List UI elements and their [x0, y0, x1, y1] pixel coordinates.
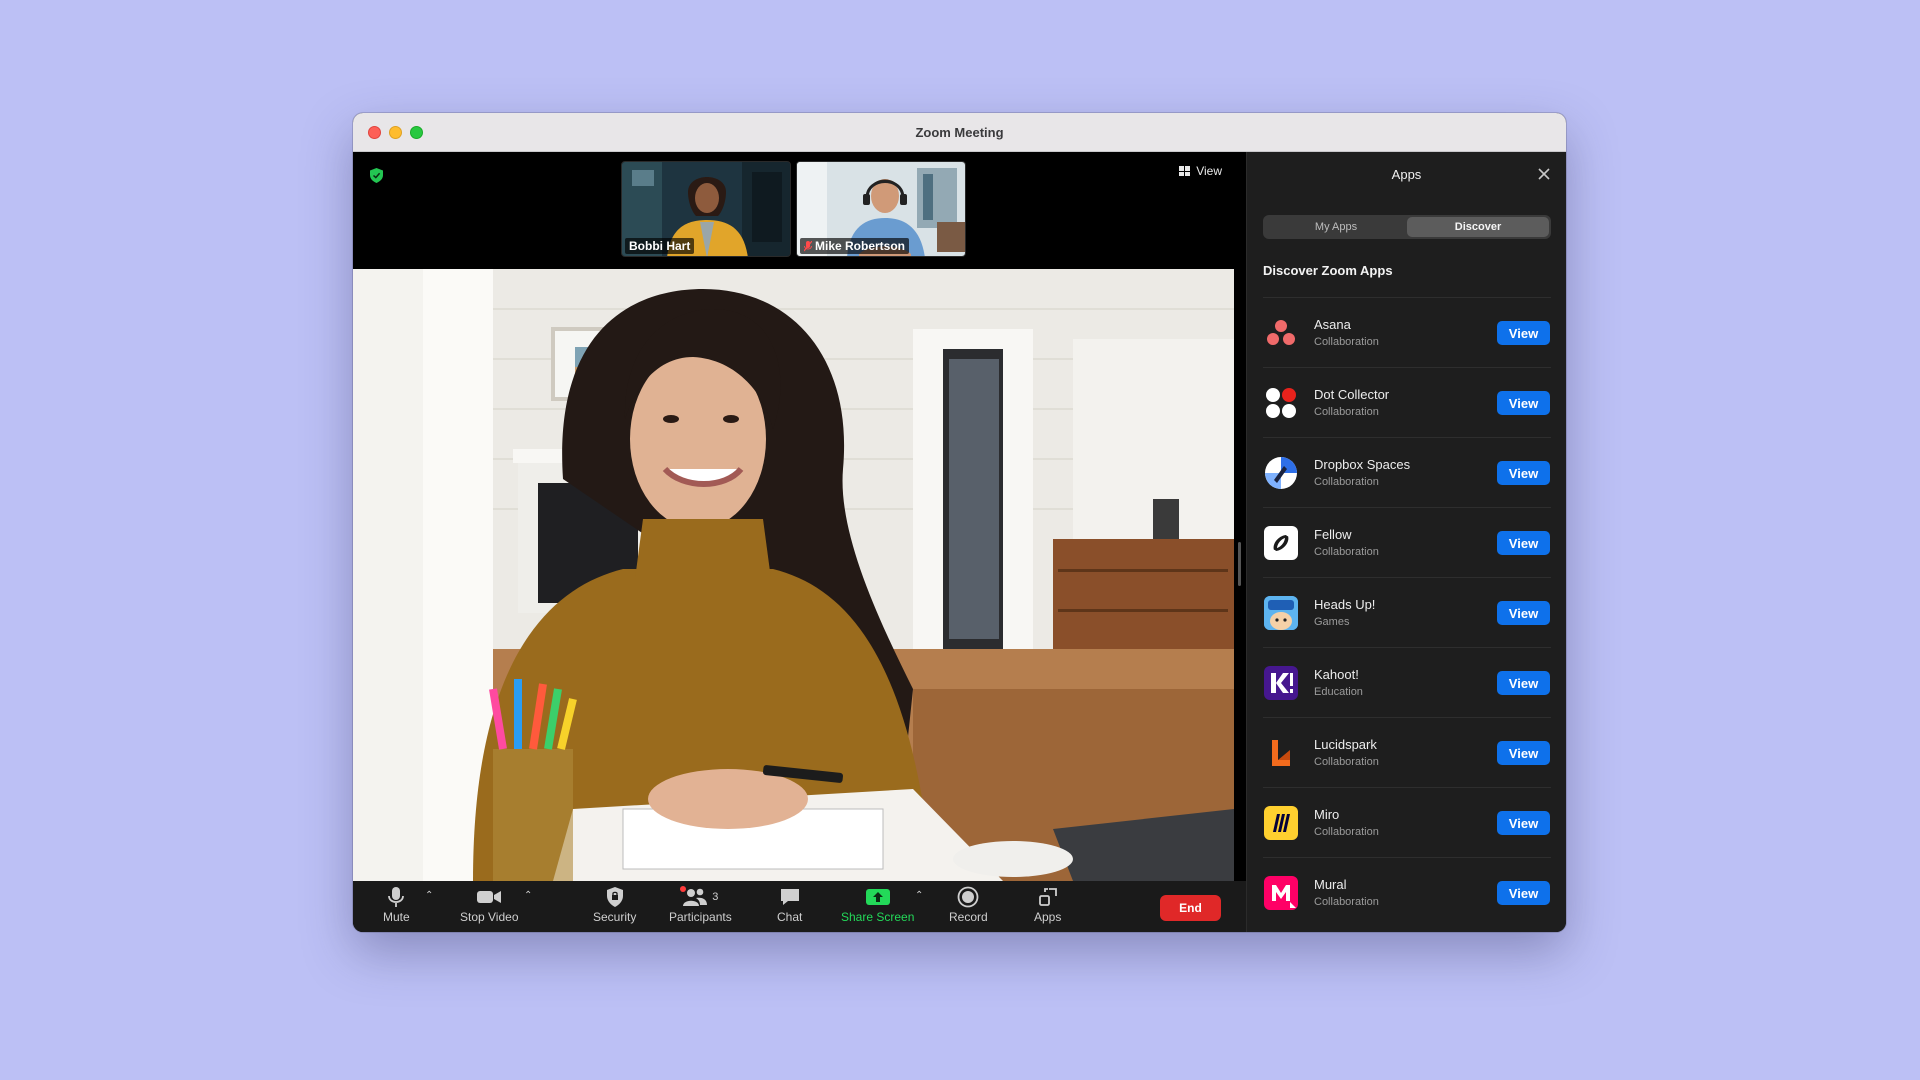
apps-button[interactable]: Apps — [1034, 886, 1061, 924]
view-app-button[interactable]: View — [1497, 881, 1550, 905]
view-app-button[interactable]: View — [1497, 741, 1550, 765]
app-name: Mural — [1314, 877, 1347, 892]
list-item[interactable]: Mural Collaboration View — [1263, 857, 1551, 927]
list-item[interactable]: Asana Collaboration View — [1263, 297, 1551, 367]
security-shield-icon — [606, 887, 623, 907]
list-item[interactable]: Fellow Collaboration View — [1263, 507, 1551, 577]
participant-name-tag: Mike Robertson — [800, 238, 910, 254]
heads-up-icon — [1264, 595, 1298, 630]
tab-my-apps[interactable]: My Apps — [1265, 217, 1407, 237]
app-name: Miro — [1314, 807, 1340, 822]
record-icon — [957, 886, 979, 908]
view-app-button[interactable]: View — [1497, 461, 1550, 485]
close-window-button[interactable] — [368, 126, 381, 139]
video-options-caret-icon[interactable]: ⌃ — [524, 890, 532, 901]
participants-button[interactable]: 3 Participants — [669, 886, 732, 924]
record-button[interactable]: Record — [949, 886, 988, 924]
view-app-button[interactable]: View — [1497, 321, 1550, 345]
participant-thumbnail-bobbi[interactable]: Bobbi Hart — [621, 161, 791, 257]
kahoot-icon — [1264, 665, 1298, 700]
view-app-button[interactable]: View — [1497, 811, 1550, 835]
muted-mic-icon — [804, 240, 812, 251]
list-item[interactable]: Miro Collaboration View — [1263, 787, 1551, 857]
app-name: Heads Up! — [1314, 597, 1376, 612]
participant-thumbnail-mike[interactable]: Mike Robertson — [796, 161, 966, 257]
list-item[interactable]: Kahoot! Education View — [1263, 647, 1551, 717]
stop-video-button[interactable]: Stop Video — [460, 886, 519, 924]
participants-people-icon — [683, 888, 708, 906]
list-item[interactable]: Heads Up! Games View — [1263, 577, 1551, 647]
dot-collector-icon — [1264, 386, 1298, 420]
app-name: Kahoot! — [1314, 667, 1359, 682]
window-controls — [368, 126, 423, 139]
view-app-button[interactable]: View — [1497, 531, 1550, 555]
chat-button[interactable]: Chat — [777, 886, 802, 924]
participant-name-tag: Bobbi Hart — [625, 238, 695, 254]
encryption-shield-icon[interactable] — [370, 168, 383, 183]
lucidspark-icon — [1264, 736, 1298, 770]
app-category: Education — [1314, 686, 1363, 698]
share-screen-button[interactable]: Share Screen — [841, 886, 914, 924]
meeting-stage: View Bobbi Hart Mike Robertson Mute ⌃ St… — [353, 152, 1246, 932]
view-app-button[interactable]: View — [1497, 671, 1550, 695]
mute-button[interactable]: Mute — [383, 886, 410, 924]
app-category: Collaboration — [1314, 406, 1379, 418]
app-name: Dropbox Spaces — [1314, 457, 1411, 472]
security-button[interactable]: Security — [593, 886, 636, 924]
window-title: Zoom Meeting — [915, 124, 1004, 140]
audio-options-caret-icon[interactable]: ⌃ — [425, 890, 433, 901]
app-category: Collaboration — [1314, 546, 1379, 558]
apps-panel: Apps My Apps Discover Discover Zoom Apps — [1246, 152, 1566, 932]
list-item[interactable]: Dot Collector Collaboration View — [1263, 367, 1551, 437]
zoom-window: Zoom Meeting View Bobbi Hart Mike Robert… — [353, 113, 1566, 932]
chat-bubble-icon — [780, 889, 799, 905]
discover-heading: Discover Zoom Apps — [1263, 263, 1393, 278]
apps-tab-switcher: My Apps Discover — [1263, 215, 1551, 239]
app-category: Collaboration — [1314, 476, 1379, 488]
tab-discover[interactable]: Discover — [1407, 217, 1549, 237]
asana-icon — [1264, 316, 1298, 350]
active-speaker-video[interactable] — [353, 269, 1234, 881]
close-icon[interactable] — [1538, 168, 1550, 180]
app-name: Asana — [1314, 317, 1351, 332]
miro-icon — [1264, 805, 1298, 840]
dropbox-spaces-icon — [1264, 456, 1298, 490]
app-category: Collaboration — [1314, 826, 1379, 838]
app-name: Lucidspark — [1314, 737, 1377, 752]
end-meeting-button[interactable]: End — [1160, 895, 1221, 921]
app-category: Collaboration — [1314, 896, 1379, 908]
mural-icon — [1264, 875, 1298, 910]
active-speaker-scene — [353, 269, 1234, 881]
view-layout-button[interactable]: View — [1179, 164, 1222, 178]
share-options-caret-icon[interactable]: ⌃ — [915, 890, 923, 901]
panel-resize-handle[interactable] — [1238, 542, 1241, 586]
video-camera-icon — [477, 891, 502, 903]
minimize-window-button[interactable] — [389, 126, 402, 139]
panel-title: Apps — [1391, 167, 1422, 182]
app-category: Collaboration — [1314, 336, 1379, 348]
app-category: Collaboration — [1314, 756, 1379, 768]
meeting-toolbar: Mute ⌃ Stop Video ⌃ Security 3 Participa… — [353, 881, 1246, 932]
app-name: Dot Collector — [1314, 387, 1390, 402]
app-name: Fellow — [1314, 527, 1352, 542]
fellow-icon — [1264, 525, 1298, 560]
app-category: Games — [1314, 616, 1350, 628]
view-layout-label: View — [1196, 164, 1222, 178]
view-app-button[interactable]: View — [1497, 601, 1550, 625]
microphone-icon — [388, 887, 405, 907]
list-item[interactable]: Lucidspark Collaboration View — [1263, 717, 1551, 787]
title-bar: Zoom Meeting — [353, 113, 1566, 152]
view-app-button[interactable]: View — [1497, 391, 1550, 415]
share-screen-icon — [865, 889, 890, 905]
participants-count: 3 — [712, 891, 719, 903]
list-item[interactable]: Dropbox Spaces Collaboration View — [1263, 437, 1551, 507]
app-list: Asana Collaboration View Dot Collector C… — [1263, 297, 1551, 927]
participants-icon-group: 3 — [680, 886, 719, 908]
apps-icon — [1038, 888, 1057, 906]
maximize-window-button[interactable] — [410, 126, 423, 139]
grid-view-icon — [1179, 166, 1191, 176]
